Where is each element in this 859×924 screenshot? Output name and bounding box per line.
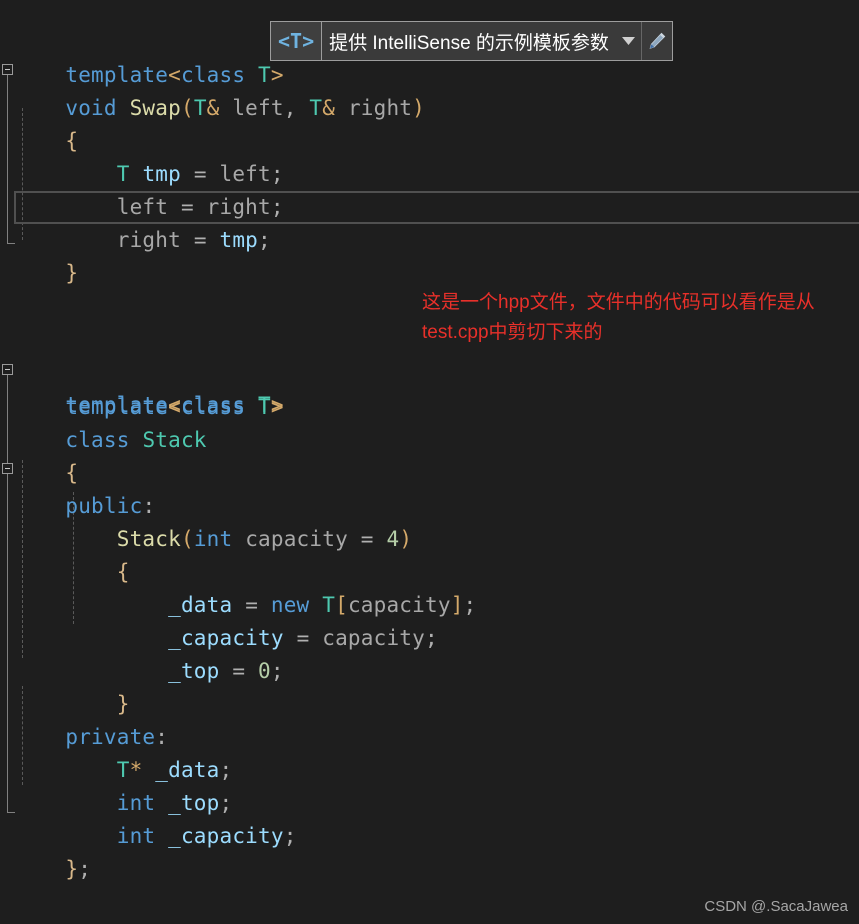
- code-line[interactable]: public:: [0, 457, 859, 518]
- code-line[interactable]: int _top;: [0, 754, 859, 815]
- chevron-down-icon[interactable]: [616, 22, 642, 60]
- code-line[interactable]: _top = 0;: [0, 622, 859, 683]
- code-line[interactable]: T* _data;: [0, 721, 859, 782]
- code-line[interactable]: private:: [0, 688, 859, 749]
- code-line[interactable]: {: [0, 92, 859, 153]
- code-line[interactable]: }: [0, 655, 859, 716]
- code-line[interactable]: class Stack: [0, 391, 859, 452]
- code-line[interactable]: T tmp = left;: [0, 125, 859, 186]
- code-line[interactable]: _capacity = capacity;: [0, 589, 859, 650]
- code-line[interactable]: }: [0, 224, 859, 285]
- template-parameter-token: <T>: [271, 22, 323, 60]
- code-line[interactable]: left = right;: [0, 158, 859, 219]
- code-line-template-stack[interactable]: template<class T>: [0, 358, 859, 419]
- code-line[interactable]: {: [0, 424, 859, 485]
- template-parameter-tooltip[interactable]: <T> 提供 IntelliSense 的示例模板参数: [270, 21, 673, 61]
- code-line[interactable]: Stack(int capacity = 4): [0, 490, 859, 551]
- pencil-icon[interactable]: [641, 22, 672, 60]
- code-line[interactable]: {: [0, 523, 859, 584]
- watermark: CSDN @.SacaJawea: [704, 898, 848, 915]
- template-parameter-message: 提供 IntelliSense 的示例模板参数: [322, 22, 617, 60]
- code-line[interactable]: };: [0, 820, 859, 881]
- code-line[interactable]: _data = new T[capacity];: [0, 556, 859, 617]
- code-editor-surface[interactable]: template<class T> void Swap(T& left, T& …: [0, 0, 859, 924]
- code-line-current[interactable]: right = tmp;: [0, 191, 859, 252]
- code-line[interactable]: void Swap(T& left, T& right): [0, 59, 859, 120]
- red-annotation-text: 这是一个hpp文件，文件中的代码可以看作是从 test.cpp中剪切下来的: [422, 292, 815, 343]
- code-line[interactable]: int _capacity;: [0, 787, 859, 848]
